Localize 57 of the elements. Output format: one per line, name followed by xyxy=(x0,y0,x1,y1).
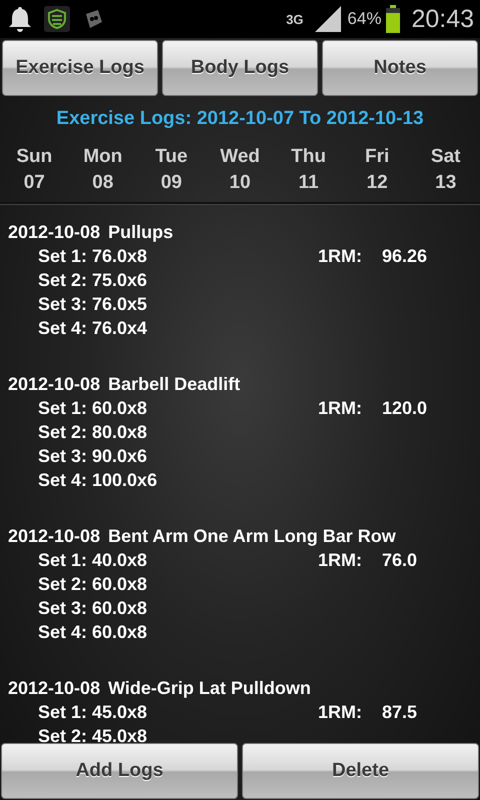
weekday-label: Tue xyxy=(155,146,188,168)
clock: 20:43 xyxy=(411,4,474,34)
set-detail: Set 1: 45.0x8 xyxy=(38,702,148,722)
battery-percent: 64% xyxy=(347,9,382,29)
network-type: 3G xyxy=(286,12,304,26)
weekday-label: Wed xyxy=(220,146,260,168)
one-rm-label: 1RM: xyxy=(318,702,363,722)
day-number: 13 xyxy=(435,172,456,194)
one-rm-value: 87.5 xyxy=(382,702,418,722)
one-rm-label: 1RM: xyxy=(318,550,363,570)
signal-icon xyxy=(315,6,344,32)
set-detail: Set 1: 60.0x8 xyxy=(38,398,148,418)
exercise-name: Bent Arm One Arm Long Bar Row xyxy=(108,526,396,546)
day-number: 12 xyxy=(366,172,388,194)
date-range-title: Exercise Logs: 2012-10-07 To 2012-10-13 xyxy=(55,107,425,131)
day-number: 08 xyxy=(92,172,114,194)
one-rm-value: 76.0 xyxy=(382,550,418,570)
exercise-name: Barbell Deadlift xyxy=(108,374,240,394)
set-detail: Set 4: 100.0x6 xyxy=(38,470,158,490)
set-detail: Set 4: 60.0x8 xyxy=(38,622,148,642)
battery-icon xyxy=(385,5,402,33)
exercise-name: Wide-Grip Lat Pulldown xyxy=(108,678,311,698)
weekday-label: Fri xyxy=(364,146,390,168)
day-number: 09 xyxy=(160,172,182,194)
set-detail: Set 1: 76.0x8 xyxy=(38,246,148,266)
log-date: 2012-10-08 xyxy=(8,374,100,394)
set-detail: Set 2: 80.0x8 xyxy=(38,422,148,442)
tab-button[interactable]: Exercise Logs xyxy=(2,40,158,96)
log-date: 2012-10-08 xyxy=(8,678,100,698)
weekday-label: Sat xyxy=(430,146,460,168)
bell-icon xyxy=(8,5,32,33)
action-button[interactable]: Add Logs xyxy=(1,743,238,799)
set-detail: Set 3: 76.0x5 xyxy=(38,294,148,314)
one-rm-value: 96.26 xyxy=(382,246,428,266)
tab-button[interactable]: Notes xyxy=(322,40,478,96)
set-detail: Set 2: 75.0x6 xyxy=(38,270,148,290)
one-rm-label: 1RM: xyxy=(318,398,363,418)
one-rm-value: 120.0 xyxy=(382,398,428,418)
set-detail: Set 1: 40.0x8 xyxy=(38,550,148,570)
one-rm-label: 1RM: xyxy=(318,246,363,266)
log-date: 2012-10-08 xyxy=(8,526,100,546)
set-detail: Set 2: 45.0x8 xyxy=(38,726,148,743)
set-detail: Set 4: 76.0x4 xyxy=(38,318,148,338)
weekday-label: Sun xyxy=(16,146,52,168)
exercise-name: Pullups xyxy=(108,222,174,242)
tab-button[interactable]: Body Logs xyxy=(162,40,318,96)
day-number: 10 xyxy=(229,172,251,194)
action-button[interactable]: Delete xyxy=(242,743,479,799)
log-date: 2012-10-08 xyxy=(8,222,100,242)
weekday-label: Thu xyxy=(291,146,326,168)
day-number: 11 xyxy=(298,172,319,194)
weekday-label: Mon xyxy=(83,146,122,168)
shield-icon xyxy=(44,6,70,32)
set-detail: Set 3: 90.0x6 xyxy=(38,446,148,466)
day-number: 07 xyxy=(24,172,45,194)
set-detail: Set 2: 60.0x8 xyxy=(38,574,148,594)
set-detail: Set 3: 60.0x8 xyxy=(38,598,148,618)
